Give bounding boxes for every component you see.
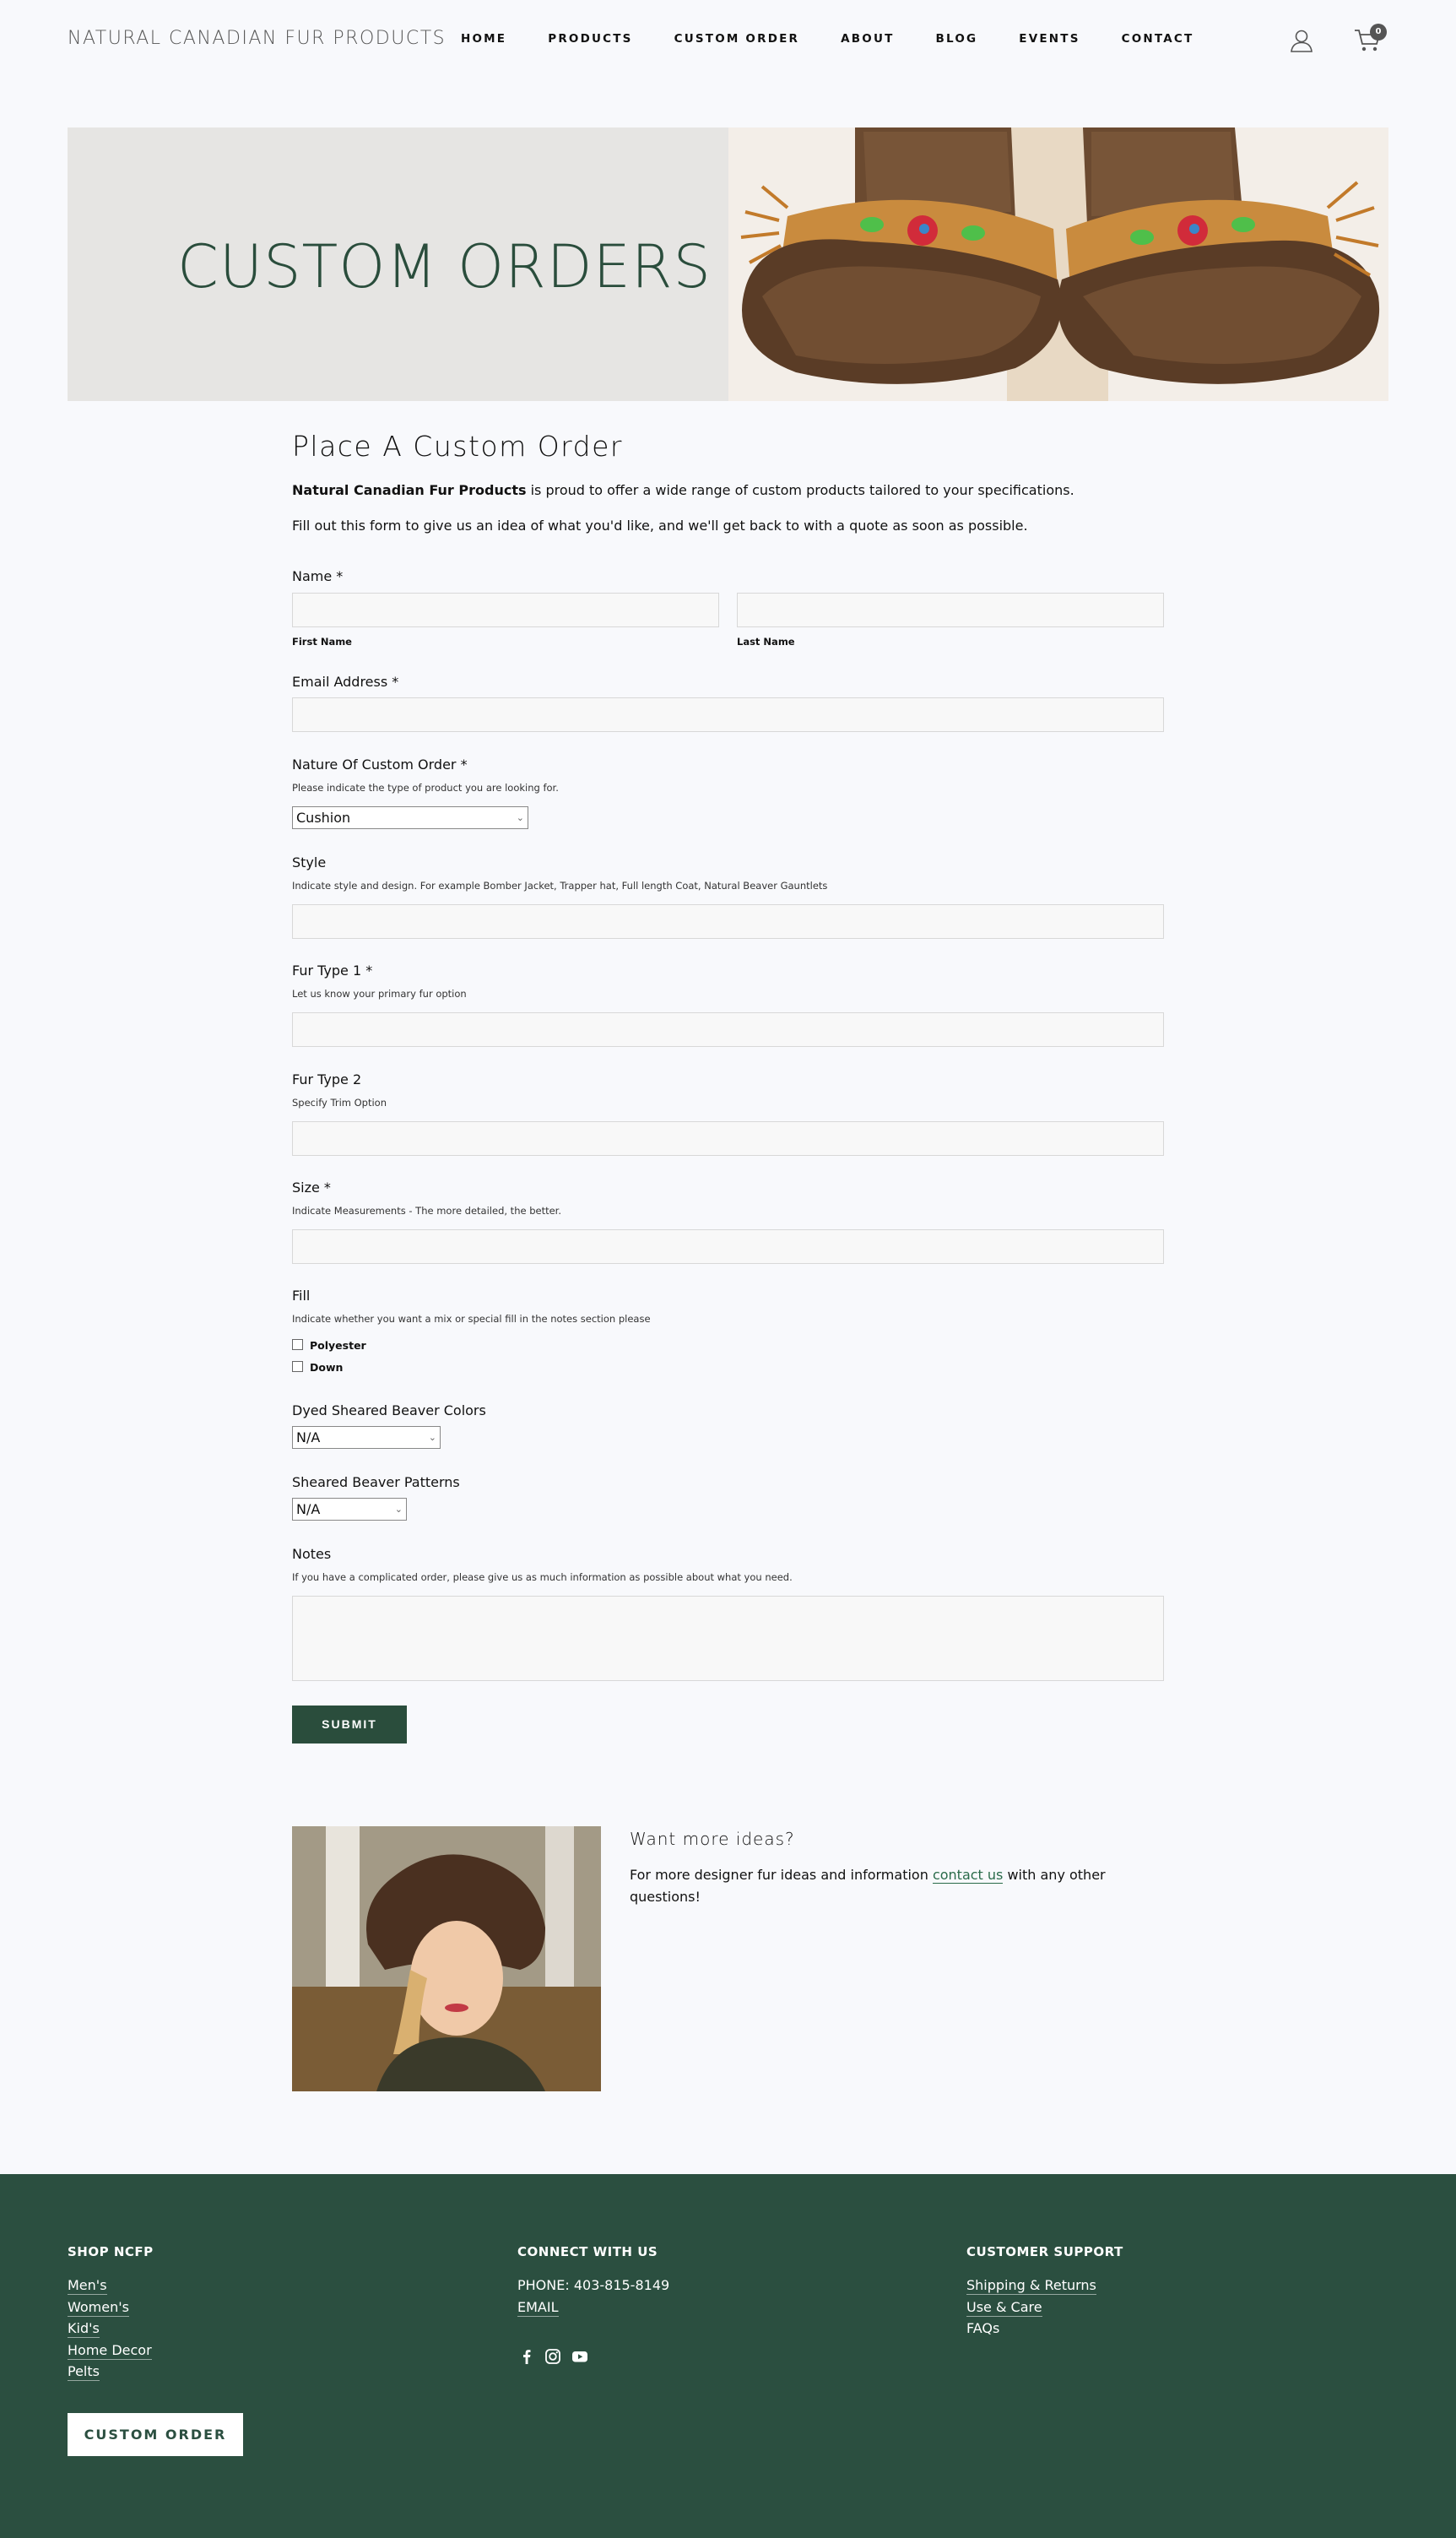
email-label: Email Address *	[292, 674, 399, 690]
footer-link-kids[interactable]: Kid's	[68, 2320, 100, 2338]
notes-label: Notes	[292, 1546, 332, 1562]
site-header: NATURAL CANADIAN FUR PRODUCTS HOME PRODU…	[0, 0, 1456, 81]
ideas-title: Want more ideas?	[630, 1829, 795, 1849]
style-input[interactable]	[292, 904, 1164, 939]
nav-custom-order[interactable]: CUSTOM ORDER	[674, 32, 800, 46]
form-intro-2: Fill out this form to give us an idea of…	[292, 518, 1028, 534]
contact-us-link[interactable]: contact us	[932, 1867, 1004, 1884]
nav-products[interactable]: PRODUCTS	[548, 32, 632, 46]
down-label: Down	[310, 1361, 344, 1374]
footer-phone: PHONE: 403-815-8149	[517, 2277, 670, 2293]
ideas-text: For more designer fur ideas and informat…	[630, 1864, 1136, 1908]
email-input[interactable]	[292, 697, 1164, 732]
dyed-colors-value: N/A	[296, 1429, 321, 1445]
footer-link-faqs[interactable]: FAQs	[966, 2320, 999, 2337]
notes-textarea[interactable]	[292, 1596, 1164, 1681]
footer-link-shipping[interactable]: Shipping & Returns	[966, 2277, 1096, 2295]
style-label: Style	[292, 854, 327, 870]
nav-about[interactable]: ABOUT	[841, 32, 894, 46]
nature-label: Nature Of Custom Order *	[292, 757, 468, 773]
ideas-text-before: For more designer fur ideas and informat…	[630, 1867, 933, 1883]
nav-home[interactable]: HOME	[461, 32, 506, 46]
fur-type-2-label: Fur Type 2	[292, 1071, 362, 1087]
intro-brand: Natural Canadian Fur Products	[292, 482, 527, 498]
last-name-label: Last Name	[737, 636, 795, 648]
size-input[interactable]	[292, 1229, 1164, 1264]
chevron-down-icon: ⌄	[516, 812, 524, 823]
youtube-icon[interactable]	[571, 2347, 589, 2366]
cart-count-badge: 0	[1370, 24, 1387, 41]
intro-text: is proud to offer a wide range of custom…	[526, 482, 1074, 498]
fill-label: Fill	[292, 1288, 311, 1304]
patterns-select[interactable]: N/A ⌄	[292, 1498, 407, 1521]
hero-title: CUSTOM ORDERS	[177, 232, 712, 301]
notes-hint: If you have a complicated order, please …	[292, 1571, 793, 1583]
name-label: Name *	[292, 568, 344, 584]
patterns-value: N/A	[296, 1501, 321, 1517]
footer-link-mens[interactable]: Men's	[68, 2277, 107, 2295]
nature-select[interactable]: Cushion ⌄	[292, 806, 528, 829]
dyed-colors-label: Dyed Sheared Beaver Colors	[292, 1402, 486, 1418]
footer-link-pelts[interactable]: Pelts	[68, 2363, 100, 2381]
facebook-icon[interactable]	[517, 2347, 536, 2366]
connect-heading: CONNECT WITH US	[517, 2244, 658, 2259]
fur-type-1-label: Fur Type 1 *	[292, 963, 373, 979]
submit-button[interactable]: SUBMIT	[292, 1706, 407, 1744]
footer-link-home-decor[interactable]: Home Decor	[68, 2342, 152, 2360]
dyed-colors-select[interactable]: N/A ⌄	[292, 1426, 441, 1449]
user-account-icon[interactable]	[1290, 29, 1313, 52]
site-footer: SHOP NCFP Men's Women's Kid's Home Decor…	[0, 2174, 1456, 2538]
patterns-label: Sheared Beaver Patterns	[292, 1474, 460, 1490]
instagram-icon[interactable]	[544, 2347, 562, 2366]
first-name-input[interactable]	[292, 593, 719, 627]
footer-email-link[interactable]: EMAIL	[517, 2299, 559, 2317]
first-name-label: First Name	[292, 636, 352, 648]
fur-type-1-input[interactable]	[292, 1012, 1164, 1047]
shop-heading: SHOP NCFP	[68, 2244, 154, 2259]
nav-blog[interactable]: BLOG	[936, 32, 978, 46]
size-hint: Indicate Measurements - The more detaile…	[292, 1205, 562, 1217]
main-nav: HOME PRODUCTS CUSTOM ORDER ABOUT BLOG EV…	[461, 32, 1235, 46]
nature-hint: Please indicate the type of product you …	[292, 782, 559, 794]
form-heading: Place A Custom Order	[292, 430, 623, 463]
hero-banner: CUSTOM ORDERS	[68, 127, 728, 401]
chevron-down-icon: ⌄	[394, 1504, 403, 1515]
last-name-input[interactable]	[737, 593, 1164, 627]
fill-hint: Indicate whether you want a mix or speci…	[292, 1313, 651, 1325]
footer-link-womens[interactable]: Women's	[68, 2299, 129, 2317]
site-logo[interactable]: NATURAL CANADIAN FUR PRODUCTS	[68, 28, 446, 49]
nature-select-value: Cushion	[296, 810, 351, 826]
hero-mittens-image	[728, 127, 1388, 401]
fur-type-2-input[interactable]	[292, 1121, 1164, 1156]
polyester-checkbox[interactable]	[292, 1339, 303, 1350]
polyester-label: Polyester	[310, 1339, 366, 1352]
fur-type-2-hint: Specify Trim Option	[292, 1097, 387, 1109]
fur-type-1-hint: Let us know your primary fur option	[292, 988, 467, 1000]
size-label: Size *	[292, 1180, 331, 1196]
style-hint: Indicate style and design. For example B…	[292, 880, 828, 892]
footer-link-use-care[interactable]: Use & Care	[966, 2299, 1042, 2317]
model-photo	[292, 1826, 601, 2091]
support-heading: CUSTOMER SUPPORT	[966, 2244, 1123, 2259]
form-intro: Natural Canadian Fur Products is proud t…	[292, 482, 1074, 498]
nav-contact[interactable]: CONTACT	[1122, 32, 1194, 46]
chevron-down-icon: ⌄	[428, 1432, 436, 1443]
down-checkbox[interactable]	[292, 1361, 303, 1372]
footer-custom-order-button[interactable]: CUSTOM ORDER	[68, 2413, 243, 2456]
nav-events[interactable]: EVENTS	[1019, 32, 1080, 46]
